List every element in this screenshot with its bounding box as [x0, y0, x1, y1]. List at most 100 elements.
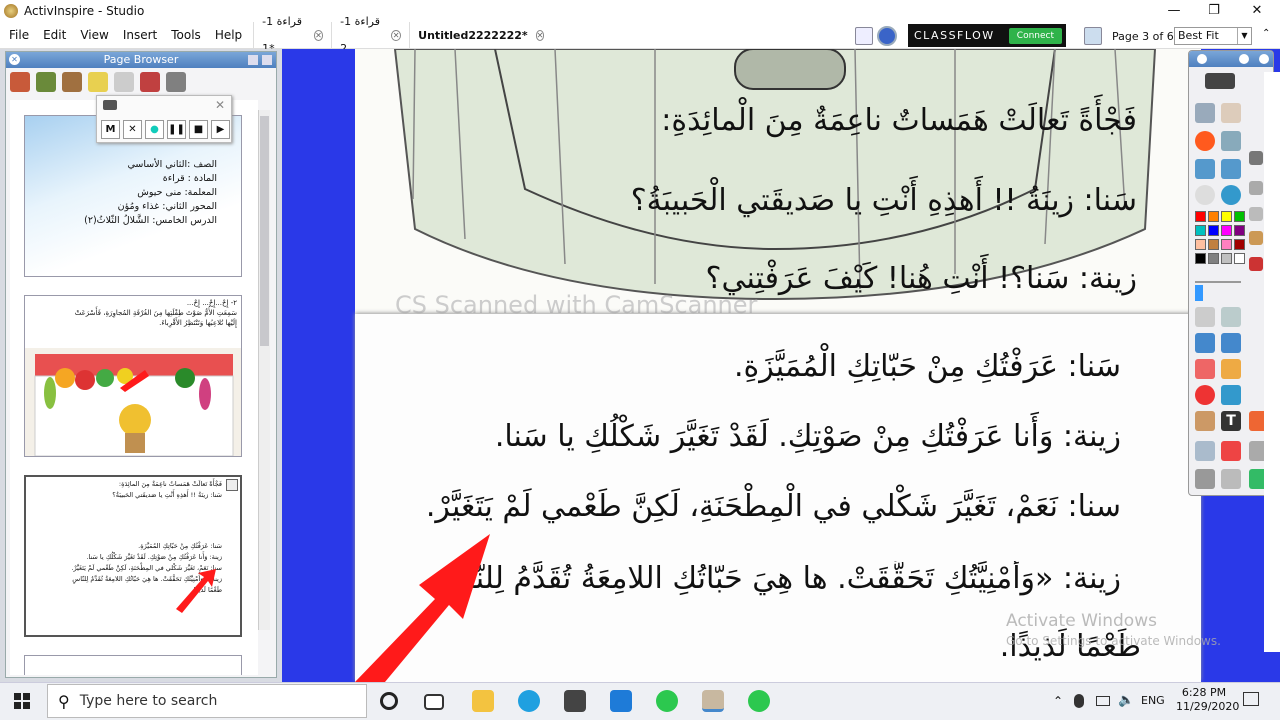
resource-browser-tab-icon[interactable]: [36, 72, 56, 92]
whatsapp-icon[interactable]: [748, 690, 770, 712]
recorder-mute-button[interactable]: M: [101, 120, 120, 139]
color-swatch[interactable]: [1234, 225, 1245, 236]
color-swatch[interactable]: [1221, 239, 1232, 250]
color-swatch[interactable]: [1195, 239, 1206, 250]
property-browser-tab-icon[interactable]: [114, 72, 134, 92]
recorder-stop-button[interactable]: ■: [189, 120, 208, 139]
activinspire-taskbar-icon[interactable]: [702, 690, 724, 712]
color-swatch[interactable]: [1221, 253, 1232, 264]
color-swatch[interactable]: [1195, 211, 1206, 222]
color-swatch[interactable]: [1208, 239, 1219, 250]
chevron-up-icon[interactable]: ⌃: [1262, 28, 1270, 39]
toolbox-pin-icon[interactable]: [1239, 54, 1249, 64]
accessibility-icon[interactable]: [877, 26, 897, 46]
tab-reading-1-2[interactable]: قراءة 1-2✕: [331, 15, 409, 55]
close-button[interactable]: ✕: [1237, 0, 1277, 22]
chevron-up-icon[interactable]: ⌃: [1053, 694, 1063, 708]
reset-icon[interactable]: [1195, 131, 1215, 151]
page-browser-scrollbar[interactable]: [258, 110, 270, 630]
fill-icon[interactable]: [1221, 359, 1241, 379]
battery-icon[interactable]: [1096, 696, 1110, 706]
tab-reading-1-1[interactable]: قراءة 1-1*✕: [253, 15, 331, 55]
menu-view[interactable]: View: [73, 22, 115, 49]
tab-close-icon[interactable]: ✕: [313, 29, 324, 41]
taskbar-search[interactable]: ⚲ Type here to search: [47, 684, 367, 718]
undo-arrow-icon[interactable]: [1195, 469, 1215, 489]
color-swatch[interactable]: [1195, 225, 1206, 236]
color-swatch[interactable]: [1234, 211, 1245, 222]
page-thumbnail-3-selected[interactable]: فَجْأَةً تَعالَتْ هَمَساتٌ ناعِمَةٌ مِنَ…: [24, 475, 242, 637]
classflow-connect-button[interactable]: Connect: [1008, 27, 1062, 44]
cortana-icon[interactable]: [380, 692, 398, 710]
microphone-icon[interactable]: [1074, 694, 1084, 708]
whatsapp-icon[interactable]: [656, 690, 678, 712]
volume-icon[interactable]: 🔈: [1118, 693, 1134, 708]
menu-tools[interactable]: Tools: [164, 22, 208, 49]
redo-arrow-icon[interactable]: [1221, 469, 1241, 489]
dock-icon[interactable]: [262, 55, 272, 65]
browsers-icon[interactable]: [1195, 103, 1215, 123]
page-thumbnail-2[interactable]: ٢- إِحْ...إِحْ... إِحْ... سَمِعَتِ الأُم…: [24, 295, 242, 457]
task-view-icon[interactable]: [424, 694, 444, 710]
color-swatch[interactable]: [1234, 239, 1245, 250]
flipchart-page[interactable]: فَجْأَةً تَعالَتْ هَمَساتٌ ناعِمَةٌ مِنَ…: [355, 49, 1201, 682]
dual-user-icon[interactable]: [1084, 27, 1102, 45]
zoom-select[interactable]: Best Fit ▼: [1174, 27, 1252, 45]
clipboard-icon[interactable]: [1249, 207, 1263, 221]
tab-close-icon[interactable]: ✕: [390, 29, 402, 41]
color-swatch[interactable]: [1195, 253, 1206, 264]
mail-icon[interactable]: [610, 690, 632, 712]
connector-icon[interactable]: [1221, 385, 1241, 405]
magic-ink-icon[interactable]: [1221, 307, 1241, 327]
action-browser-tab-icon[interactable]: [140, 72, 160, 92]
minimize-button[interactable]: —: [1154, 0, 1194, 22]
eraser-icon[interactable]: [1195, 359, 1215, 379]
pen-icon[interactable]: [1195, 333, 1215, 353]
recorder-pause-button[interactable]: ❚❚: [167, 120, 186, 139]
main-menu-icon[interactable]: [1205, 73, 1235, 89]
page-list-icon[interactable]: [855, 27, 873, 45]
scissors-icon[interactable]: [1249, 151, 1263, 165]
reset-page-icon[interactable]: [1221, 441, 1241, 461]
toolbox-close-icon[interactable]: [1197, 54, 1207, 64]
edge-icon[interactable]: [518, 690, 540, 712]
store-icon[interactable]: [564, 690, 586, 712]
menu-file[interactable]: File: [2, 22, 36, 49]
color-swatch[interactable]: [1234, 253, 1245, 264]
tab-untitled[interactable]: Untitled2222222* ✕: [409, 21, 545, 49]
redo-icon[interactable]: [1221, 185, 1241, 205]
menu-edit[interactable]: Edit: [36, 22, 73, 49]
recorder-play-button[interactable]: ▶: [211, 120, 230, 139]
toolbox-menu-icon[interactable]: [1259, 54, 1269, 64]
highlighter-icon[interactable]: [1221, 333, 1241, 353]
recorder-record-button[interactable]: ●: [145, 120, 164, 139]
page-thumbnail-4[interactable]: [24, 655, 242, 675]
undo-icon[interactable]: [1195, 185, 1215, 205]
revealer-icon[interactable]: [1195, 411, 1215, 431]
switch-profile-icon[interactable]: [1221, 103, 1241, 123]
tab-close-icon[interactable]: ✕: [535, 29, 545, 41]
color-swatch[interactable]: [1208, 211, 1219, 222]
desktop-annotate-icon[interactable]: [1221, 131, 1241, 151]
file-explorer-icon[interactable]: [472, 690, 494, 712]
system-clock[interactable]: 6:28 PM 11/29/2020: [1176, 686, 1239, 714]
windows-start-icon[interactable]: [14, 693, 30, 709]
page-browser-tab-icon[interactable]: [10, 72, 30, 92]
pin-icon[interactable]: [248, 55, 258, 65]
voting-browser-tab-icon[interactable]: [166, 72, 186, 92]
shape-icon[interactable]: [1195, 385, 1215, 405]
save-icon[interactable]: [1249, 257, 1263, 271]
pen-width-slider[interactable]: [1195, 281, 1241, 283]
spotlight-icon[interactable]: [1195, 441, 1215, 461]
previous-page-icon[interactable]: [1195, 159, 1215, 179]
clipboard-icon[interactable]: [1249, 181, 1263, 195]
scrollbar-thumb[interactable]: [260, 116, 269, 346]
pen-width-handle[interactable]: [1195, 285, 1203, 301]
color-swatch[interactable]: [1221, 211, 1232, 222]
select-tool-icon[interactable]: [1195, 307, 1215, 327]
object-browser-tab-icon[interactable]: [62, 72, 82, 92]
notifications-icon[interactable]: [1243, 692, 1259, 706]
recorder-cancel-button[interactable]: ✕: [123, 120, 142, 139]
menu-insert[interactable]: Insert: [116, 22, 164, 49]
maximize-button[interactable]: ❐: [1194, 0, 1234, 22]
